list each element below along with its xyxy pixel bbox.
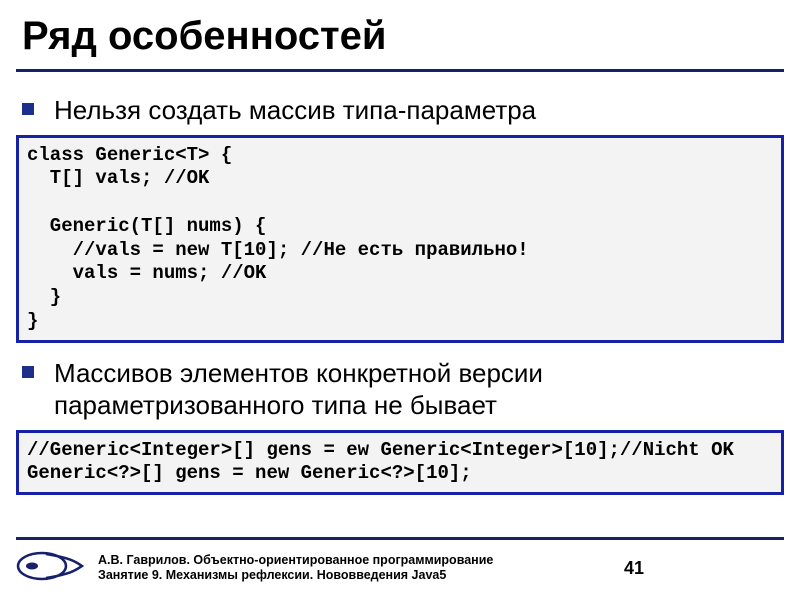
- bullet-text: Массивов элементов конкретной версии пар…: [54, 357, 784, 422]
- footer-line-1: А.В. Гаврилов. Объектно-ориентированное …: [98, 553, 624, 568]
- bullet-square-icon: [22, 366, 34, 378]
- code-block-2: //Generic<Integer>[] gens = ew Generic<I…: [16, 430, 784, 496]
- footer-rule: [16, 537, 784, 540]
- footer: А.В. Гаврилов. Объектно-ориентированное …: [16, 542, 784, 594]
- slide-content: Нельзя создать массив типа-параметра cla…: [0, 94, 800, 495]
- code-block-1: class Generic<T> { T[] vals; //OK Generi…: [16, 135, 784, 343]
- bullet-square-icon: [22, 103, 34, 115]
- title-rule: [16, 69, 784, 72]
- bullet-item: Массивов элементов конкретной версии пар…: [22, 357, 784, 422]
- bullet-text: Нельзя создать массив типа-параметра: [54, 94, 536, 127]
- bullet-item: Нельзя создать массив типа-параметра: [22, 94, 784, 127]
- page-title: Ряд особенностей: [0, 0, 800, 69]
- page-number: 41: [624, 558, 784, 579]
- footer-line-2: Занятие 9. Механизмы рефлексии. Нововвед…: [98, 568, 624, 583]
- slide: Ряд особенностей Нельзя создать массив т…: [0, 0, 800, 600]
- footer-text: А.В. Гаврилов. Объектно-ориентированное …: [98, 553, 624, 583]
- logo-icon: [16, 548, 86, 589]
